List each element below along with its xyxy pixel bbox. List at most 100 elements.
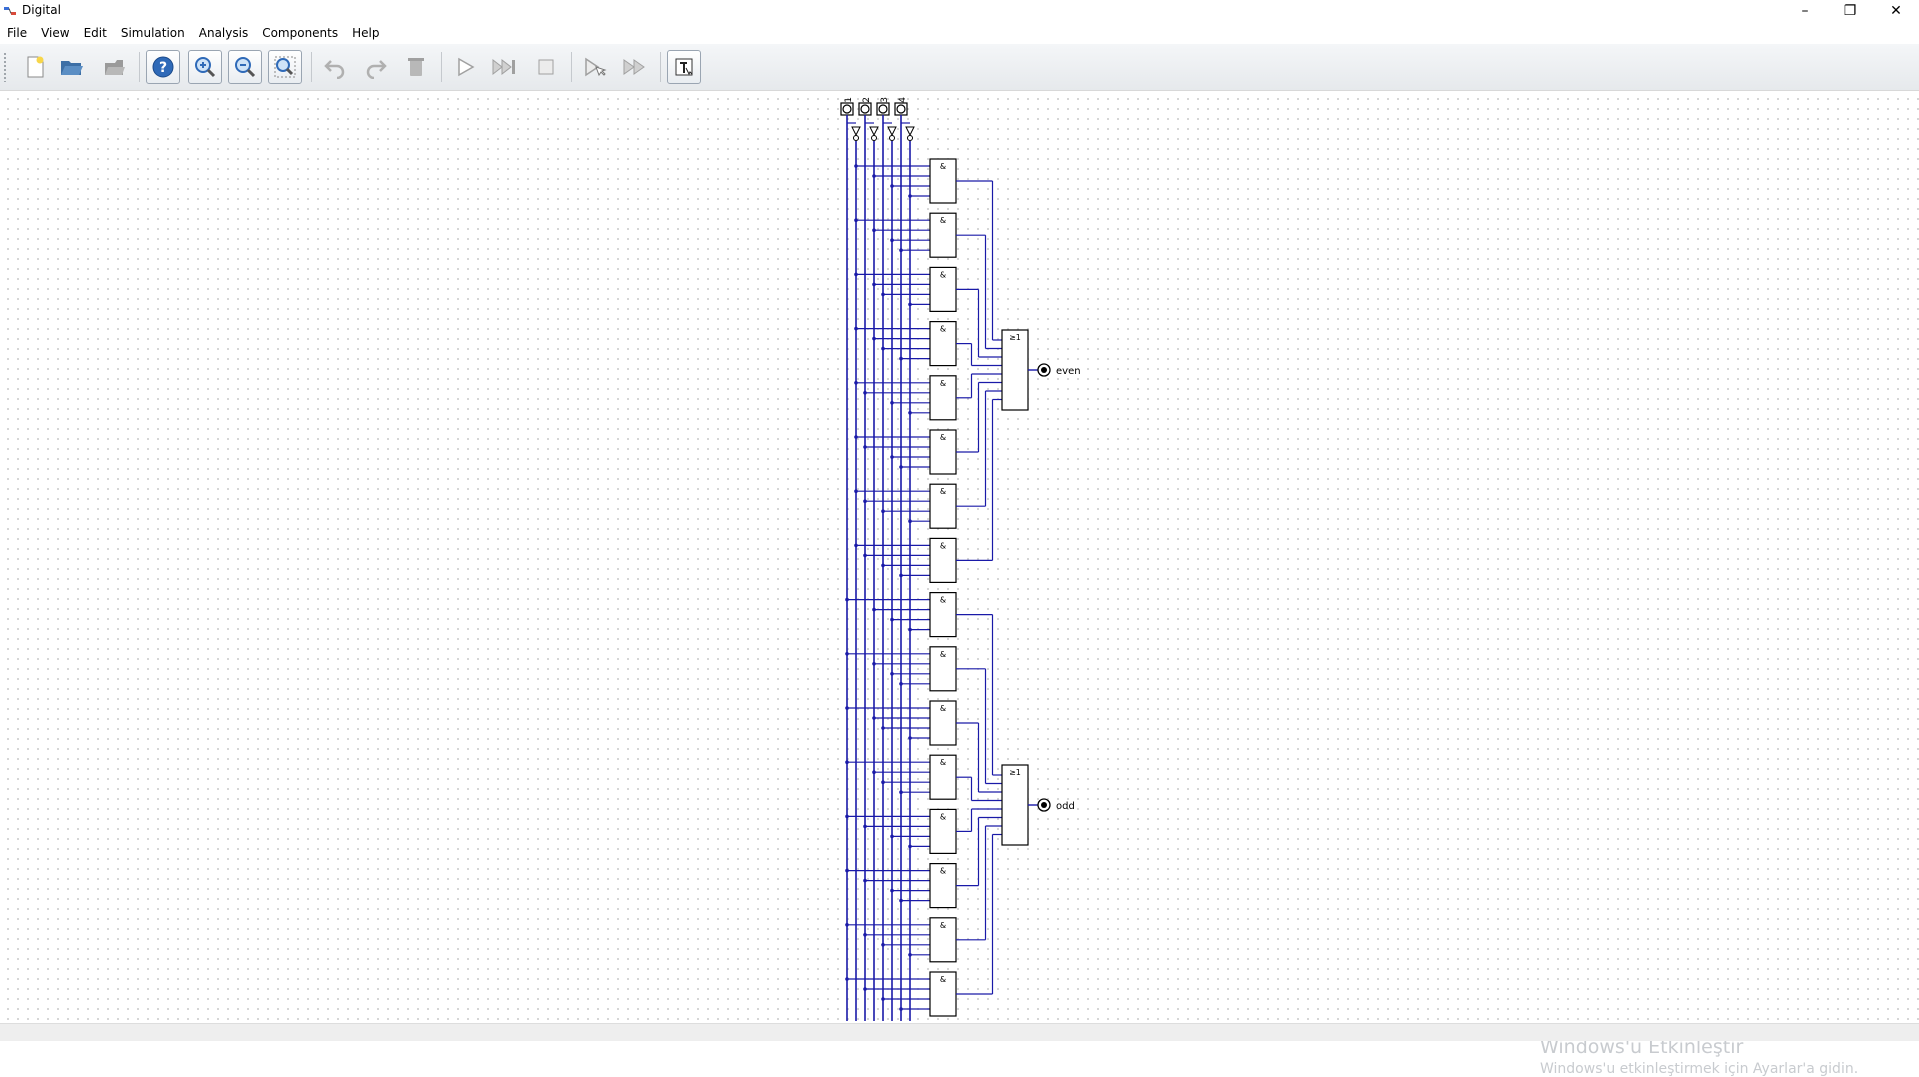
toolbar-grip[interactable] [3,52,7,82]
step-gate-icon [585,57,607,77]
and-gate-label[interactable]: & [940,487,946,496]
input-label-3[interactable]: 3 [880,97,890,103]
wire-junction [863,391,867,395]
menu-analysis[interactable]: Analysis [192,22,255,44]
or-gate-even[interactable] [1001,329,1029,411]
wire-junction [908,411,912,415]
output-label-odd[interactable]: odd [1056,801,1075,812]
menu-components[interactable]: Components [255,22,345,44]
circuit-diagram[interactable]: 1 2 3 4 & & & & & & & & & & & & & & & & ≥1 even ≥1 odd [0,91,1919,1023]
wire-junction [872,228,876,232]
wire-junction [908,953,912,957]
or-gate-odd[interactable] [1001,764,1029,846]
not-gate-3[interactable] [887,126,897,137]
fit-to-window-icon [274,56,296,78]
and-gate-label[interactable]: & [940,650,946,659]
undo-button[interactable] [318,50,352,84]
wire-junction [872,336,876,341]
input-label-2[interactable]: 2 [862,97,872,103]
wire-junction [845,814,849,819]
windows-activation-watermark: Windows'u Etkinleştir Windows'u etkinleş… [1540,1036,1858,1077]
zoom-in-button[interactable] [188,50,222,84]
run-simulation-button[interactable] [448,50,482,84]
output-label-even[interactable]: even [1056,366,1081,377]
wire-junction [881,726,885,730]
wire-junction [881,780,885,784]
stop-simulation-button[interactable] [529,50,563,84]
wire-junction [872,662,876,666]
not-gate-2[interactable] [869,126,879,137]
and-gate-label[interactable]: & [940,325,946,334]
wire-junction [854,218,858,222]
menu-help[interactable]: Help [345,22,386,44]
wire-junction [845,597,849,602]
not-gate-bubble-2[interactable] [871,135,877,141]
and-gate-label[interactable]: & [940,379,946,388]
circuit-canvas[interactable]: 1 2 3 4 & & & & & & & & & & & & & & & & ≥1 even ≥1 odd Windows'… [0,91,1919,1077]
wire-junction [899,682,903,686]
save-file-button[interactable] [97,50,131,84]
open-file-icon [61,61,83,75]
restore-button[interactable]: ❐ [1827,0,1873,22]
and-gate-label[interactable]: & [940,216,946,225]
menu-view[interactable]: View [34,22,76,44]
wire-junction [863,499,867,504]
wire-junction [863,933,867,937]
toolbar-separator [571,52,572,82]
speed-test-button[interactable] [667,50,701,84]
wire-junction [845,652,849,656]
wire-junction [890,401,894,405]
menu-edit[interactable]: Edit [77,22,114,44]
output-pin-dot-odd[interactable] [1041,802,1047,808]
input-label-1[interactable]: 1 [844,97,854,103]
input-label-4[interactable]: 4 [898,97,908,103]
and-gate-label[interactable]: & [940,541,946,550]
menu-file[interactable]: File [0,22,34,44]
delete-button[interactable] [399,50,433,84]
wire-junction [845,760,849,764]
new-file-button[interactable] [18,50,52,84]
watermark-subtitle: Windows'u etkinleştirmek için Ayarlar'a … [1540,1061,1859,1077]
window-title: Digital [22,3,61,17]
wire-junction [899,465,903,469]
redo-button[interactable] [359,50,393,84]
not-gate-bubble-3[interactable] [889,135,895,141]
and-gate-label[interactable]: & [940,867,946,876]
toolbar-separator [660,52,661,82]
not-gate-bubble-4[interactable] [907,135,913,141]
step-micro-button[interactable] [618,50,652,84]
zoom-in-icon [195,57,216,78]
toolbar-separator [441,52,442,82]
and-gate-label[interactable]: & [940,704,946,713]
and-gate-label[interactable]: & [940,433,946,442]
wire-junction [890,238,894,242]
and-gate-label[interactable]: & [940,270,946,279]
and-gate-label[interactable]: & [940,162,946,171]
fit-to-window-button[interactable] [268,50,302,84]
not-gate-4[interactable] [905,126,915,137]
close-button[interactable]: ✕ [1873,0,1919,22]
and-gate-label[interactable]: & [940,812,946,821]
wire-junction [854,435,858,439]
menu-simulation[interactable]: Simulation [114,22,192,44]
open-file-button[interactable] [55,50,89,84]
save-file-icon [105,60,125,75]
and-gate-label[interactable]: & [940,596,946,605]
or-gate-label[interactable]: ≥1 [1009,768,1021,777]
output-pin-dot-even[interactable] [1041,367,1047,373]
wire-junction [854,326,858,331]
minimize-button[interactable]: – [1782,0,1828,22]
or-gate-label[interactable]: ≥1 [1009,333,1021,342]
and-gate-label[interactable]: & [940,921,946,930]
not-gate-bubble-1[interactable] [853,135,859,141]
zoom-out-button[interactable] [228,50,262,84]
wire-junction [890,617,894,622]
svg-text:?: ? [159,60,167,76]
help-icon: ? [152,56,174,78]
not-gate-1[interactable] [851,126,861,137]
step-gate-button[interactable] [578,50,612,84]
run-to-break-button[interactable] [488,50,522,84]
and-gate-label[interactable]: & [940,758,946,767]
and-gate-label[interactable]: & [940,975,946,984]
help-button[interactable]: ? [146,50,180,84]
